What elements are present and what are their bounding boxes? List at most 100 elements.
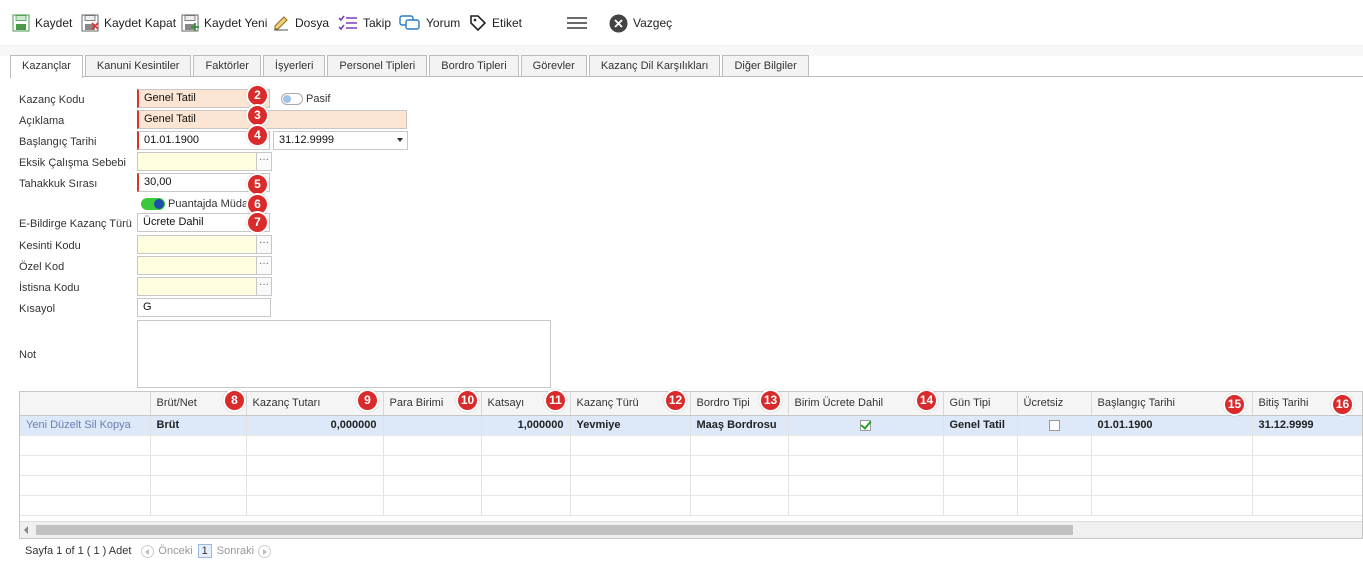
tab-strip: Kazançlar Kanuni Kesintiler Faktörler İş… — [10, 55, 811, 78]
baslangic-tarihi-label: Başlangıç Tarihi — [19, 136, 97, 148]
istisna-kodu-label: İstisna Kodu — [19, 282, 80, 294]
puantajda-mudahale-toggle[interactable] — [141, 198, 165, 210]
prev-page-link[interactable]: Önceki — [158, 545, 192, 557]
row-command-links[interactable]: Yeni Düzelt Sil Kopya — [20, 415, 151, 436]
next-page-icon[interactable] — [258, 544, 272, 558]
ucretsiz-checkbox[interactable] — [1048, 419, 1060, 431]
kisayol-input[interactable]: G — [137, 298, 271, 317]
kesinti-kodu-lookup-button[interactable]: ··· — [256, 235, 272, 254]
prev-page-icon[interactable] — [141, 544, 155, 558]
horizontal-scrollbar[interactable] — [20, 521, 1362, 538]
step-badge-11: 11 — [544, 389, 567, 412]
cell-para-birimi — [383, 415, 482, 436]
step-badge-8: 8 — [223, 389, 246, 412]
save-close-label: Kaydet Kapat — [104, 16, 177, 30]
save-close-button[interactable]: Kaydet Kapat — [81, 12, 176, 34]
grid-header-commands — [20, 392, 151, 416]
step-badge-7: 7 — [246, 211, 269, 234]
cell-brut-net: Brüt — [150, 415, 247, 436]
bitis-tarihi-dropdown[interactable]: 31.12.9999 — [273, 131, 408, 150]
tab-kazanc-dil-karsiliklari[interactable]: Kazanç Dil Karşılıkları — [588, 55, 721, 77]
next-page-link[interactable]: Sonraki — [217, 545, 254, 557]
step-badge-13: 13 — [759, 389, 782, 412]
chevron-down-icon — [397, 138, 403, 142]
current-page[interactable]: 1 — [197, 544, 212, 558]
tab-divider — [10, 76, 1363, 77]
save-new-button[interactable]: Kaydet Yeni — [181, 12, 267, 34]
kazanc-kodu-label: Kazanç Kodu — [19, 94, 85, 106]
tag-label: Etiket — [492, 16, 523, 30]
follow-icon — [338, 14, 358, 32]
save-close-icon — [81, 14, 99, 32]
earnings-grid: Brüt/Net Kazanç Tutarı Para Birimi Katsa… — [19, 391, 1363, 539]
istisna-kodu-lookup-button[interactable]: ··· — [256, 277, 272, 296]
cell-katsayi: 1,000000 — [481, 415, 571, 436]
save-icon — [12, 14, 30, 32]
pager: Sayfa 1 of 1 ( 1 ) Adet Önceki 1 Sonraki — [25, 543, 275, 559]
table-row-empty — [20, 475, 1362, 496]
cell-kazanc-tutari: 0,000000 — [246, 415, 384, 436]
cell-bordro-tipi: Maaş Bordrosu — [690, 415, 789, 436]
tab-kazanclar[interactable]: Kazançlar — [10, 55, 83, 78]
table-row-empty — [20, 495, 1362, 516]
cell-ucretsiz — [1017, 415, 1092, 436]
kesinti-kodu-label: Kesinti Kodu — [19, 240, 81, 252]
step-badge-16: 16 — [1331, 393, 1354, 416]
grid-header-ucretsiz[interactable]: Ücretsiz — [1017, 392, 1092, 416]
step-badge-4: 4 — [246, 124, 269, 147]
tab-faktorler[interactable]: Faktörler — [193, 55, 261, 77]
step-badge-12: 12 — [664, 389, 687, 412]
pasif-label: Pasif — [306, 93, 331, 105]
pasif-toggle[interactable] — [281, 93, 303, 105]
tab-kanuni-kesintiler[interactable]: Kanuni Kesintiler — [84, 55, 192, 77]
close-icon — [609, 14, 628, 33]
cancel-label: Vazgeç — [633, 16, 673, 30]
grid-header-gun-tipi[interactable]: Gün Tipi — [943, 392, 1018, 416]
scroll-left-icon[interactable] — [24, 526, 28, 534]
istisna-kodu-input[interactable] — [137, 277, 257, 296]
comment-label: Yorum — [426, 16, 461, 30]
eksik-calisma-sebebi-label: Eksik Çalışma Sebebi — [19, 157, 126, 169]
save-label: Kaydet — [35, 16, 73, 30]
hamburger-icon — [566, 14, 588, 32]
eksik-calisma-sebebi-input[interactable] — [137, 152, 257, 171]
tab-gorevler[interactable]: Görevler — [520, 55, 587, 77]
tab-bordro-tipleri[interactable]: Bordro Tipleri — [429, 55, 519, 77]
pager-info: Sayfa 1 of 1 ( 1 ) Adet — [25, 545, 132, 557]
comment-icon — [399, 14, 421, 32]
file-button[interactable]: Dosya — [272, 12, 329, 34]
ozel-kod-lookup-button[interactable]: ··· — [256, 256, 272, 275]
tab-isyerleri[interactable]: İşyerleri — [262, 55, 326, 77]
kisayol-label: Kısayol — [19, 303, 56, 315]
table-row[interactable]: Yeni Düzelt Sil Kopya Brüt 0,000000 1,00… — [20, 415, 1362, 436]
ozel-kod-input[interactable] — [137, 256, 257, 275]
save-button[interactable]: Kaydet — [12, 12, 72, 34]
file-label: Dosya — [295, 16, 330, 30]
tag-button[interactable]: Etiket — [469, 12, 522, 34]
birim-ucrete-dahil-checkbox[interactable] — [860, 419, 871, 431]
cancel-button[interactable]: Vazgeç — [609, 12, 672, 34]
not-label: Not — [19, 349, 37, 361]
toolbar: Kaydet Kaydet Kapat Kaydet Yeni Dosya Ta… — [0, 0, 1363, 46]
tahakkuk-sirasi-label: Tahakkuk Sırası — [19, 178, 98, 190]
bitis-tarihi-value: 31.12.9999 — [279, 134, 335, 146]
cell-kazanc-turu: Yevmiye — [570, 415, 691, 436]
tab-diger-bilgiler[interactable]: Diğer Bilgiler — [722, 55, 809, 77]
save-new-icon — [181, 14, 199, 32]
comment-button[interactable]: Yorum — [399, 12, 460, 34]
menu-button[interactable] — [566, 12, 588, 34]
step-badge-15: 15 — [1223, 393, 1246, 416]
tab-personel-tipleri[interactable]: Personel Tipleri — [327, 55, 428, 77]
table-row-empty — [20, 455, 1362, 476]
scrollbar-thumb[interactable] — [36, 525, 1073, 535]
cell-birim-ucrete-dahil — [788, 415, 944, 436]
kesinti-kodu-input[interactable] — [137, 235, 257, 254]
eksik-calisma-lookup-button[interactable]: ··· — [256, 152, 272, 171]
follow-button[interactable]: Takip — [338, 12, 391, 34]
not-textarea[interactable] — [137, 320, 551, 388]
ebildirge-kazanc-turu-label: E-Bildirge Kazanç Türü — [19, 218, 132, 230]
aciklama-input[interactable]: Genel Tatil — [137, 110, 407, 129]
step-badge-10: 10 — [456, 389, 479, 412]
save-new-label: Kaydet Yeni — [204, 16, 268, 30]
cell-bitis-tarihi: 31.12.9999 — [1252, 415, 1362, 436]
